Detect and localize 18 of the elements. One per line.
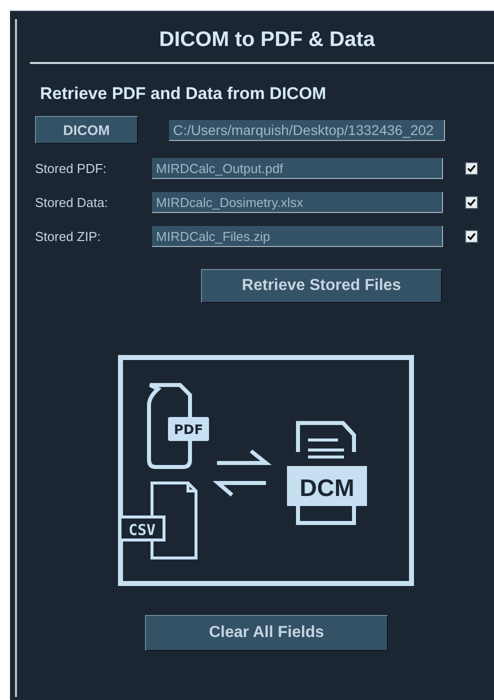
field-label: Stored ZIP:: [35, 229, 102, 244]
file-field[interactable]: MIRDCalc_Output.pdf: [152, 158, 443, 179]
pdf-label: PDF: [174, 423, 204, 438]
checkbox[interactable]: [465, 230, 478, 243]
clear-button[interactable]: Clear All Fields: [145, 615, 388, 651]
checkbox[interactable]: [465, 162, 478, 175]
field-label: Stored PDF:: [35, 161, 108, 176]
dcm-label: DCM: [300, 475, 354, 502]
path-field[interactable]: C:/Users/marquish/Desktop/1332436_202: [169, 120, 445, 140]
retrieve-button[interactable]: Retrieve Stored Files: [201, 269, 442, 303]
field-label: Stored Data:: [35, 195, 109, 210]
checkbox[interactable]: [465, 196, 478, 209]
file-field[interactable]: MIRDcalc_Dosimetry.xlsx: [152, 192, 443, 213]
dicom-button[interactable]: DICOM: [35, 116, 138, 144]
csv-label: CSV: [128, 521, 156, 539]
section-heading: Retrieve PDF and Data from DICOM: [40, 84, 326, 103]
panel-title: DICOM to PDF & Data: [159, 28, 375, 51]
file-field[interactable]: MIRDCalc_Files.zip: [152, 226, 443, 247]
